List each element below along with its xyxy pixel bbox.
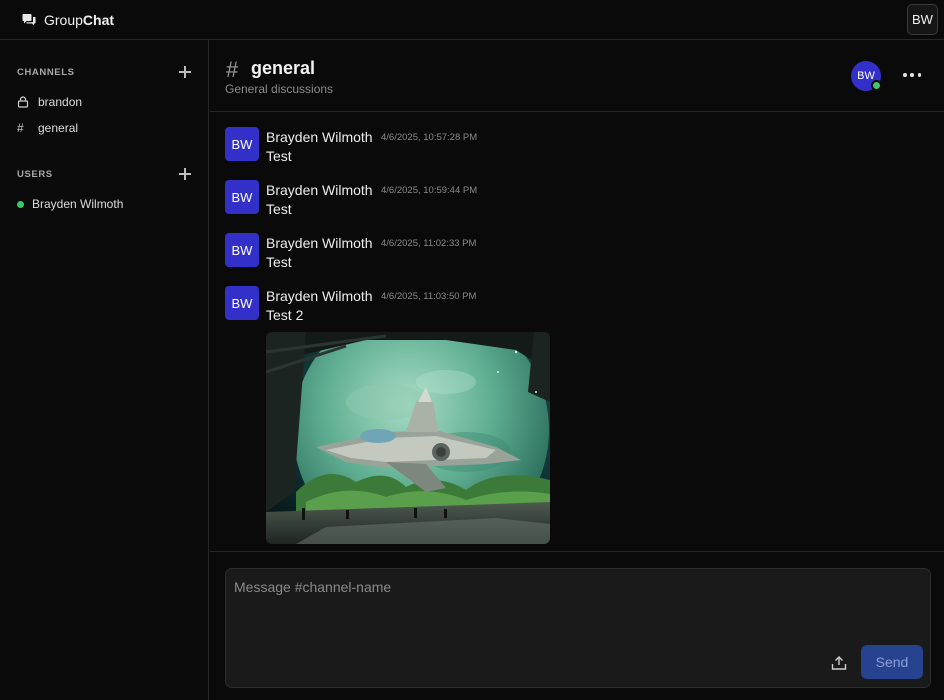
- message-author[interactable]: Brayden Wilmoth: [266, 288, 373, 304]
- dot: [910, 73, 914, 77]
- brand[interactable]: GroupChat: [22, 12, 114, 28]
- message-author[interactable]: Brayden Wilmoth: [266, 182, 373, 198]
- sidebar-user-brayden[interactable]: Brayden Wilmoth: [17, 195, 123, 213]
- avatar[interactable]: BW: [225, 127, 259, 161]
- avatar[interactable]: BW: [225, 180, 259, 214]
- channels-section-header: CHANNELS: [17, 64, 192, 80]
- dot: [903, 73, 907, 77]
- composer-area: Send: [210, 551, 944, 700]
- sidebar-user-label: Brayden Wilmoth: [32, 197, 124, 211]
- channel-hash-icon: #: [226, 57, 239, 82]
- dot: [917, 73, 921, 77]
- message-timestamp: 4/6/2025, 10:57:28 PM: [381, 132, 478, 143]
- add-user-button[interactable]: [178, 167, 192, 181]
- brand-name: GroupChat: [44, 11, 115, 28]
- sidebar-item-brandon[interactable]: brandon: [17, 93, 82, 111]
- users-title: USERS: [17, 168, 53, 180]
- lock-icon: [17, 96, 31, 108]
- message-timestamp: 4/6/2025, 11:03:50 PM: [381, 291, 477, 302]
- message-input[interactable]: [226, 569, 930, 639]
- message-timestamp: 4/6/2025, 10:59:44 PM: [381, 185, 478, 196]
- add-channel-button[interactable]: [178, 65, 192, 79]
- message-author[interactable]: Brayden Wilmoth: [266, 235, 373, 251]
- message-composer: Send: [225, 568, 931, 688]
- channel-title: general: [251, 58, 316, 78]
- message-text: Test: [266, 148, 292, 164]
- user-menu-avatar[interactable]: BW: [907, 4, 938, 35]
- message-timestamp: 4/6/2025, 11:02:33 PM: [381, 238, 477, 249]
- online-status-dot: [871, 80, 882, 91]
- message-text: Test 2: [266, 307, 304, 323]
- avatar[interactable]: BW: [225, 233, 259, 267]
- message-text: Test: [266, 254, 292, 270]
- top-bar: GroupChat BW: [0, 0, 944, 40]
- channel-header: # general General discussions BW: [210, 40, 944, 112]
- upload-icon[interactable]: [830, 654, 848, 672]
- message-list[interactable]: BW Brayden Wilmoth 4/6/2025, 10:57:28 PM…: [210, 113, 944, 551]
- hash-icon: #: [17, 121, 24, 135]
- spaceship-planet-image[interactable]: [266, 332, 550, 544]
- users-section-header: USERS: [17, 166, 192, 182]
- message: BW Brayden Wilmoth 4/6/2025, 11:03:50 PM…: [225, 286, 925, 546]
- sidebar-item-general[interactable]: # general: [17, 119, 78, 137]
- online-status-dot: [17, 200, 24, 208]
- send-button[interactable]: Send: [861, 645, 923, 679]
- sidebar: CHANNELS brandon # general USERS Brayden…: [0, 40, 209, 700]
- more-options-button[interactable]: [900, 67, 924, 83]
- chat-bubbles-icon: [22, 13, 36, 25]
- channels-title: CHANNELS: [17, 66, 75, 78]
- avatar[interactable]: BW: [225, 286, 259, 320]
- sidebar-item-label: brandon: [38, 95, 83, 109]
- message-author[interactable]: Brayden Wilmoth: [266, 129, 373, 145]
- message-text: Test: [266, 201, 292, 217]
- sidebar-item-label: general: [38, 121, 79, 135]
- channel-description: General discussions: [225, 82, 334, 96]
